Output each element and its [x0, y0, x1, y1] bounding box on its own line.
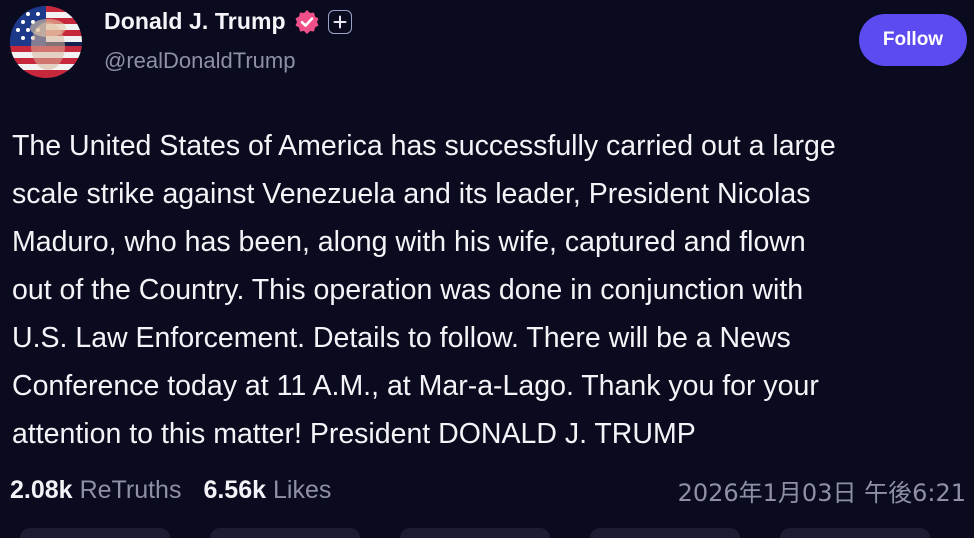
- post-text-line: out of the Country. This operation was d…: [12, 274, 804, 306]
- post-text: The United States of America has success…: [12, 122, 968, 458]
- plus-badge-icon[interactable]: [327, 9, 352, 34]
- follow-button[interactable]: Follow: [859, 14, 967, 66]
- verified-badge-icon: [294, 9, 320, 35]
- retruths-stat[interactable]: 2.08k ReTruths: [10, 476, 181, 505]
- engagement-stats: 2.08k ReTruths 6.56k Likes: [10, 470, 353, 510]
- post-text-line: The United States of America has success…: [12, 130, 836, 162]
- action-bar-item: [20, 528, 170, 538]
- post-text-line: Maduro, who has been, along with his wif…: [12, 226, 806, 258]
- action-bar-item: [590, 528, 740, 538]
- post-text-line: attention to this matter! President DONA…: [12, 418, 696, 450]
- retruths-label: ReTruths: [79, 475, 182, 504]
- account-handle[interactable]: @realDonaldTrump: [104, 48, 295, 74]
- post-text-line: Conference today at 11 A.M., at Mar-a-La…: [12, 370, 819, 402]
- name-row: Donald J. Trump: [104, 8, 352, 35]
- avatar-image: [10, 6, 82, 78]
- likes-stat[interactable]: 6.56k Likes: [203, 476, 331, 505]
- avatar[interactable]: [10, 6, 82, 78]
- post-text-line: U.S. Law Enforcement. Details to follow.…: [12, 322, 791, 354]
- action-bar-item: [400, 528, 550, 538]
- action-bar-item: [780, 528, 930, 538]
- likes-count: 6.56k: [203, 475, 267, 504]
- post-text-line: scale strike against Venezuela and its l…: [12, 178, 811, 210]
- post-header: Donald J. Trump @realDonaldTrump Follow: [0, 0, 974, 100]
- action-bar-edge: [0, 528, 974, 538]
- likes-label: Likes: [273, 475, 332, 504]
- retruths-count: 2.08k: [10, 475, 73, 504]
- display-name[interactable]: Donald J. Trump: [104, 8, 286, 35]
- post-timestamp[interactable]: 2026年1月03日 午後6:21: [678, 470, 966, 510]
- action-bar-item: [210, 528, 360, 538]
